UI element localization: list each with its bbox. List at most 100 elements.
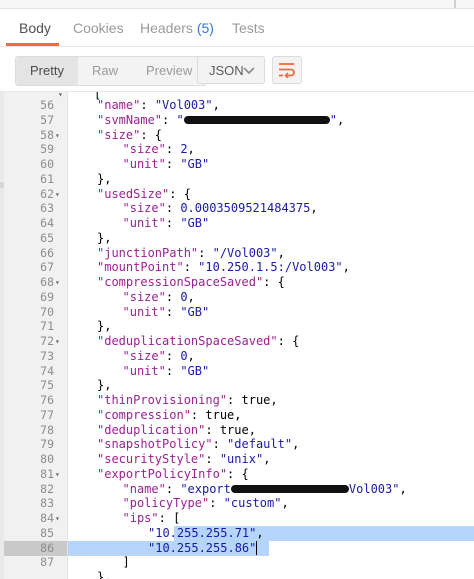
tab-headers-count-badge: (5): [196, 20, 214, 36]
code-token: ": [329, 112, 337, 127]
code-token: "size": [122, 289, 166, 304]
code-line: 82 "name": "export Vol003",: [0, 482, 474, 497]
view-mode-raw-button[interactable]: Raw: [78, 57, 132, 85]
redaction-mark: [230, 485, 349, 493]
code-token: ,: [277, 245, 285, 260]
code-token: 2: [180, 142, 188, 157]
view-mode-pretty-button[interactable]: Pretty: [16, 57, 78, 85]
code-token: 0: [180, 348, 188, 363]
code-token: ,: [187, 348, 195, 363]
code-text: ]: [123, 555, 130, 570]
line-number: 85: [40, 525, 54, 540]
code-token: :: [227, 393, 242, 407]
code-token: "10.255.255.71": [148, 525, 257, 540]
code-text: "unit": "GB": [123, 305, 210, 320]
fold-arrow-icon[interactable]: ▾: [55, 275, 60, 290]
code-token: ,: [310, 201, 318, 216]
code-text: "svmName": " ",: [97, 113, 344, 128]
code-token: :: [165, 142, 181, 157]
tab-tests[interactable]: Tests: [232, 20, 265, 36]
code-token: :: [165, 216, 181, 230]
tab-headers[interactable]: Headers (5): [140, 20, 214, 36]
code-token: },: [97, 171, 112, 186]
tab-cookies[interactable]: Cookies: [73, 20, 124, 36]
code-token: "unit": [122, 216, 166, 230]
format-select-value: JSON: [209, 63, 244, 78]
line-number: 77: [40, 407, 54, 422]
code-text: },: [97, 319, 111, 334]
code-token: 0.0003509521484375: [180, 201, 311, 216]
fold-arrow-icon[interactable]: ▾: [55, 187, 60, 202]
code-token: "exportPolicyInfo": [97, 466, 228, 481]
code-token: "unit": [122, 304, 166, 319]
code-line: 72 ▾ "deduplicationSpaceSaved": {: [0, 334, 474, 349]
line-number: 74: [40, 363, 54, 378]
code-text: "thinProvisioning": true,: [97, 393, 278, 408]
line-number: 69: [40, 289, 54, 304]
code-token: :: [212, 437, 228, 452]
tab-body[interactable]: Body: [19, 20, 51, 36]
code-token: :: [165, 157, 181, 171]
code-token: },: [97, 378, 112, 393]
code-token: :: [198, 245, 213, 260]
code-token: "name": [97, 98, 141, 112]
code-token: :: [165, 304, 181, 319]
code-token: : [: [158, 511, 181, 525]
line-number: 84: [40, 511, 54, 525]
code-text: },: [97, 172, 111, 187]
line-number: 65: [40, 230, 54, 245]
fold-arrow-icon[interactable]: ▾: [55, 467, 60, 482]
code-text: },: [97, 570, 111, 579]
code-line: 68 ▾ "compressionSpaceSaved": {: [0, 275, 474, 290]
code-line: 56 "name": "Vol003",: [0, 98, 474, 113]
fold-arrow-icon[interactable]: ▾: [55, 334, 60, 349]
code-token: "mountPoint": [97, 260, 184, 275]
line-number: 80: [40, 452, 54, 466]
window-top-strip: [0, 0, 474, 9]
code-token: "compression": [97, 407, 191, 422]
wrap-lines-button[interactable]: [272, 56, 302, 84]
code-text: "exportPolicyInfo": {: [97, 467, 249, 482]
response-tabs: Body Cookies Headers (5) Tests: [0, 10, 474, 47]
code-token: "default": [227, 437, 293, 452]
fold-arrow-icon[interactable]: ▾: [55, 511, 60, 526]
code-line: 79 "snapshotPolicy": "default",: [0, 437, 474, 452]
line-number: 70: [40, 304, 54, 319]
line-number: 87: [40, 555, 54, 570]
line-number: 56: [40, 98, 54, 112]
line-number: 67: [40, 260, 54, 275]
code-text: "size": 2,: [123, 142, 195, 157]
format-select[interactable]: JSON: [197, 56, 265, 84]
response-body-editor[interactable]: ▾[ 56 "name": "Vol003", 57 "svmName": " ", 58…: [0, 92, 474, 579]
view-mode-preview-button[interactable]: Preview: [132, 57, 206, 85]
line-number: 86: [40, 540, 54, 555]
code-line: 73 "size": 0,: [0, 349, 474, 364]
line-number: 59: [40, 142, 54, 157]
code-token: ": [176, 112, 184, 127]
code-token: :: [165, 348, 181, 363]
wrap-lines-icon: [279, 63, 295, 78]
code-text: "ips": [: [123, 511, 181, 526]
code-token: :: [165, 289, 181, 304]
code-line: 85 "10.255.255.71",: [0, 526, 474, 541]
code-text: "size": {: [97, 128, 162, 143]
code-token: "/Vol003": [212, 245, 278, 260]
code-token: ,: [342, 260, 350, 275]
code-token: "Vol003": [154, 98, 213, 112]
code-line: 78 "deduplication": true,: [0, 423, 474, 438]
code-token: },: [97, 319, 112, 334]
code-line: 71},: [0, 319, 474, 334]
fold-arrow-icon[interactable]: ▾: [55, 128, 60, 143]
code-text: "10.255.255.86": [148, 541, 258, 556]
code-token: },: [97, 230, 112, 245]
code-text: "unit": "GB": [123, 157, 210, 172]
code-token: "thinProvisioning": [97, 393, 228, 407]
line-number: 75: [40, 378, 54, 393]
code-token: ,: [248, 422, 256, 437]
code-line: 62 ▾ "usedSize": {: [0, 187, 474, 202]
code-token: "snapshotPolicy": [97, 437, 213, 452]
code-line: 58 ▾ "size": {: [0, 128, 474, 143]
line-number: 82: [40, 481, 54, 496]
code-text: "compressionSpaceSaved": {: [97, 275, 285, 290]
code-text: "mountPoint": "10.250.1.5:/Vol003",: [97, 260, 350, 275]
